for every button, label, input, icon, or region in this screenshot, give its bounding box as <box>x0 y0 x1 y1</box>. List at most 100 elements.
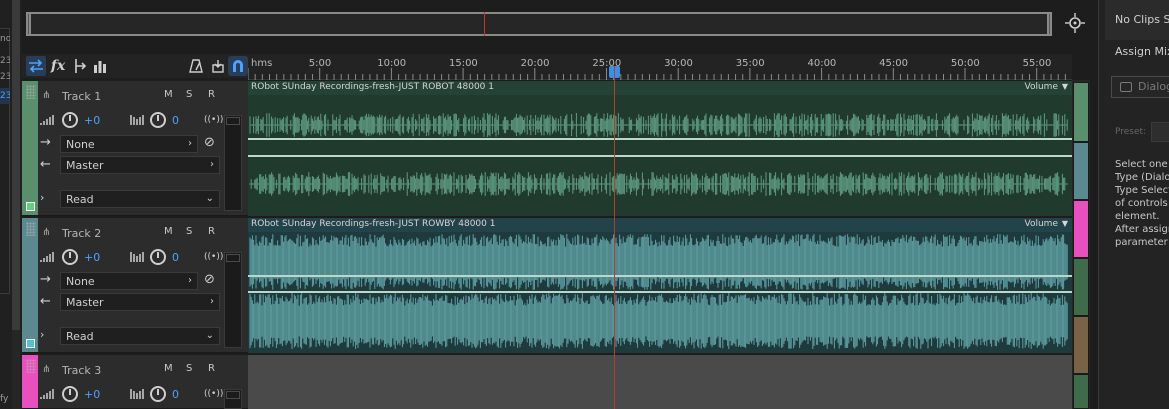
pan-value[interactable]: 0 <box>172 114 179 127</box>
track-header-2[interactable]: ⋔ Track 2 M S R I +0 0 ((•)) → None › ⊘ … <box>22 218 257 353</box>
dialog-type-button[interactable]: Dialog <box>1111 76 1169 98</box>
volume-value[interactable]: +0 <box>84 251 124 264</box>
sends-button[interactable] <box>70 56 90 76</box>
drag-grip-icon[interactable] <box>26 85 36 99</box>
output-select[interactable]: Master › <box>60 293 220 311</box>
input-select-value: None <box>66 274 95 288</box>
track-meter <box>224 252 242 348</box>
volume-envelope-line[interactable] <box>248 155 1072 157</box>
automation-mode-select[interactable]: Read ⌄ <box>60 190 220 208</box>
stereo-icon[interactable]: ((•)) <box>204 115 223 125</box>
mute-button[interactable]: M <box>164 226 173 237</box>
timeline-overview[interactable] <box>22 8 1056 40</box>
input-select[interactable]: None › <box>60 135 198 153</box>
overview-left-handle[interactable] <box>26 12 31 36</box>
ruler-ticks <box>248 68 1066 80</box>
scroll-segment-track-6[interactable] <box>1073 374 1089 409</box>
output-select[interactable]: Master › <box>60 156 220 174</box>
snapping-button[interactable] <box>228 56 248 76</box>
input-arrow-icon: → <box>40 135 51 150</box>
pan-knob[interactable] <box>150 386 166 402</box>
zoom-fit-icon[interactable] <box>1064 12 1086 34</box>
waveform-icon: ⋔ <box>42 364 51 375</box>
mute-button[interactable]: M <box>164 363 173 374</box>
scroll-segment-track-4[interactable] <box>1073 258 1089 316</box>
track-color-strip <box>22 81 38 215</box>
mute-button[interactable]: M <box>164 89 173 100</box>
pan-icon <box>130 252 144 262</box>
drag-grip-icon[interactable] <box>26 359 36 373</box>
time-ruler[interactable]: hms 5:00 10:00 15:00 20:00 25:00 30:00 35:00 40… <box>248 54 1072 80</box>
volume-icon <box>40 252 54 262</box>
envelope-dropdown[interactable]: Volume <box>1025 219 1058 229</box>
volume-envelope-line[interactable] <box>248 138 1072 140</box>
phase-invert-icon[interactable]: ⊘ <box>204 135 215 150</box>
volume-knob[interactable] <box>62 386 78 402</box>
inputs-outputs-button[interactable] <box>26 56 46 76</box>
clip-header[interactable]: RObot SUnday Recordings-fresh-JUST ROWBY… <box>248 218 1072 232</box>
track-lane-1[interactable]: RObot SUnday Recordings-fresh-JUST ROBOT… <box>248 81 1072 216</box>
expand-chevron-icon[interactable]: › <box>40 328 44 341</box>
record-arm-button[interactable]: R <box>208 363 215 374</box>
track-header-3[interactable]: ⋔ Track 3 M S R I +0 0 ((•)) <box>22 355 257 409</box>
scroll-segment-track-3[interactable] <box>1073 200 1089 258</box>
record-arm-button[interactable]: R <box>208 89 215 100</box>
input-select[interactable]: None › <box>60 272 198 290</box>
playhead-line[interactable] <box>614 66 615 409</box>
pan-value[interactable]: 0 <box>172 251 179 264</box>
scroll-segment-track-2[interactable] <box>1073 142 1089 200</box>
metronome-button[interactable] <box>186 56 206 76</box>
automation-mode-select[interactable]: Read ⌄ <box>60 327 220 345</box>
pan-value[interactable]: 0 <box>172 388 179 401</box>
triangle-down-icon[interactable]: ▼ <box>1062 82 1068 91</box>
clip-header[interactable]: RObot SUnday Recordings-fresh-JUST ROBOT… <box>248 81 1072 95</box>
overview-range-bar[interactable] <box>26 12 1052 36</box>
volume-knob[interactable] <box>62 112 78 128</box>
clip-title: RObot SUnday Recordings-fresh-JUST ROWBY… <box>251 219 496 229</box>
left-scrollbar-thumb[interactable] <box>12 0 20 330</box>
solo-button[interactable]: S <box>186 89 192 100</box>
record-arm-button[interactable]: R <box>208 226 215 237</box>
volume-knob[interactable] <box>62 249 78 265</box>
vertical-track-scrollbar[interactable] <box>1072 80 1090 409</box>
track-lane-3[interactable] <box>248 355 1072 409</box>
track-name[interactable]: Track 2 <box>62 227 101 240</box>
waveform-icon: ⋔ <box>42 227 51 238</box>
solo-button[interactable]: S <box>186 363 192 374</box>
drag-grip-icon[interactable] <box>26 222 36 236</box>
scroll-segment-track-5[interactable] <box>1073 316 1089 374</box>
punch-in-button[interactable] <box>208 56 228 76</box>
track-name[interactable]: Track 3 <box>62 364 101 377</box>
track-select-square[interactable] <box>26 202 35 211</box>
track-header-1[interactable]: ⋔ Track 1 M S R I +0 0 ((•)) → None › ⊘ … <box>22 81 257 216</box>
scroll-segment-track-1[interactable] <box>1073 82 1089 142</box>
volume-envelope-line[interactable] <box>248 291 1072 293</box>
track-name[interactable]: Track 1 <box>62 90 101 103</box>
eq-button[interactable] <box>90 56 110 76</box>
volume-value[interactable]: +0 <box>84 388 124 401</box>
stereo-icon[interactable]: ((•)) <box>204 389 223 399</box>
stereo-icon[interactable]: ((•)) <box>204 252 223 262</box>
chevron-right-icon: › <box>210 159 214 170</box>
effects-button[interactable]: fx <box>48 56 68 76</box>
envelope-dropdown[interactable]: Volume <box>1025 82 1058 92</box>
ruler-label: 50:00 <box>950 58 980 69</box>
pan-knob[interactable] <box>150 249 166 265</box>
track-lane-2[interactable]: RObot SUnday Recordings-fresh-JUST ROWBY… <box>248 218 1072 353</box>
volume-value[interactable]: +0 <box>84 114 124 127</box>
triangle-down-icon[interactable]: ▼ <box>1062 219 1068 228</box>
overview-playhead <box>484 12 485 36</box>
track-select-square[interactable] <box>26 339 35 348</box>
pan-knob[interactable] <box>150 112 166 128</box>
phase-invert-icon[interactable]: ⊘ <box>204 272 215 287</box>
essential-sound-panel: No Clips Se Assign Mix Dialog Preset: Se… <box>1098 0 1169 409</box>
assign-mix-label: Assign Mix <box>1115 45 1169 58</box>
ruler-label: 15:00 <box>448 58 478 69</box>
left-fragment: 23 <box>0 72 10 82</box>
expand-chevron-icon[interactable]: › <box>40 191 44 204</box>
volume-envelope-line[interactable] <box>248 275 1072 277</box>
overview-right-handle[interactable] <box>1047 12 1052 36</box>
left-scrollbar[interactable] <box>12 0 20 409</box>
solo-button[interactable]: S <box>186 226 192 237</box>
preset-dropdown[interactable] <box>1151 122 1169 142</box>
